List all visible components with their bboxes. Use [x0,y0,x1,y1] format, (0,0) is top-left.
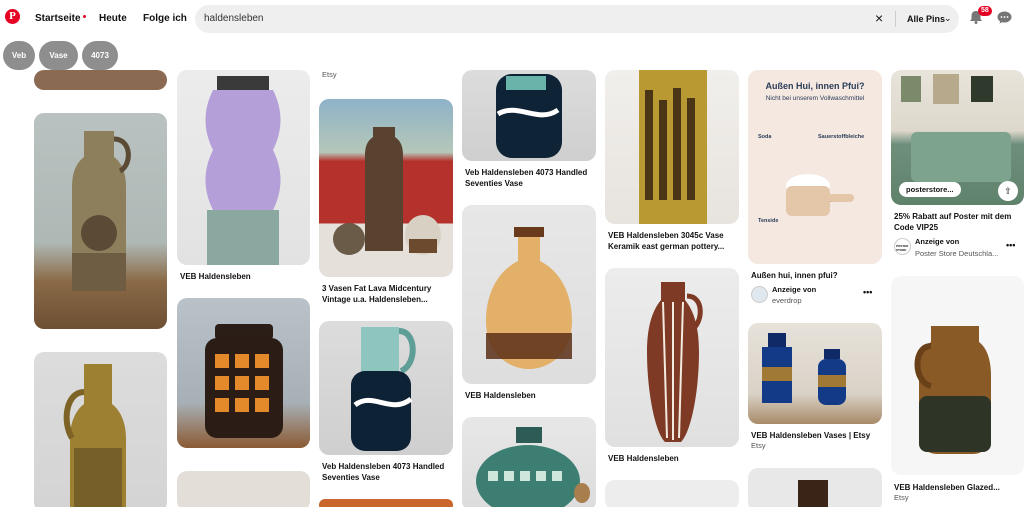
advertiser-avatar[interactable] [751,286,768,303]
vase-illustration [798,480,828,507]
nav-home-link[interactable]: Startseite [35,13,86,24]
ad-label: Anzeige von [915,237,960,246]
pin-image-yellow-bottle-vase[interactable] [462,205,596,384]
pin-image-bottom-col5[interactable] [605,480,739,507]
pin-image-glazed-jug[interactable] [891,276,1024,475]
pin-title[interactable]: Außen hui, innen pfui? [751,270,881,281]
vase-illustration [639,70,707,224]
pin-image-bottom-col3[interactable] [319,499,453,507]
pin-title[interactable]: VEB Haldensleben Glazed... [894,482,1024,493]
vase-illustration [63,364,126,507]
pin-title[interactable]: Veb Haldensleben 4073 Handled Seventies … [322,461,452,483]
pin-image-blue-handled-vase-col3[interactable] [319,321,453,455]
vase-illustration [762,333,846,405]
pin-image-striped-brown-vase[interactable] [605,268,739,447]
pin-image-frames[interactable] [177,471,310,507]
pin-title[interactable]: VEB Haldensleben 3045c Vase Keramik east… [608,230,738,252]
pin-title[interactable]: VEB Haldensleben [465,390,595,401]
advertiser-name[interactable]: Poster Store Deutschla... [915,249,998,258]
chevron-down-icon[interactable]: ⌄ [944,13,952,24]
pin-image-green-pattern-vase[interactable] [462,417,596,507]
chip-veb[interactable]: Veb [3,41,35,70]
pin-title[interactable]: 3 Vasen Fat Lava Midcentury Vintage u.a.… [322,283,452,305]
messages-chat-icon[interactable] [997,11,1012,24]
pin-title[interactable]: VEB Haldensleben [180,271,310,282]
more-options-icon[interactable]: ••• [1006,240,1015,250]
search-refinement-chips: Veb Vase 4073 [3,41,118,71]
ad-label: Anzeige von [772,285,817,294]
pin-image-yellow-fatlava-vase[interactable] [605,70,739,224]
pin-source: Etsy [751,441,766,450]
pin-source: Etsy [894,493,909,502]
top-navigation-bar: P Startseite Heute Folge ich haldenslebe… [0,0,1024,38]
vase-illustration [205,324,283,438]
filter-dropdown[interactable]: Alle Pins [907,14,945,24]
pin-image-vase-relief[interactable] [34,113,167,329]
vase-illustration [205,76,281,265]
search-input[interactable]: haldensleben [204,13,264,24]
pin-image-poster-bedroom[interactable]: posterstore... ⇧ [891,70,1024,205]
pin-feed: VEB Haldensleben Etsy 3 Vasen Fat Lava M… [0,0,1024,507]
vase-illustration [914,326,991,454]
more-options-icon[interactable]: ••• [863,287,872,297]
poster-store-logo-text: POSTER STORE [896,244,909,252]
pin-image-orange-pattern-vase[interactable] [177,298,310,448]
pin-title[interactable]: VEB Haldensleben [608,453,738,464]
pin-title[interactable]: Veb Haldensleben 4073 Handled Seventies … [465,167,595,189]
search-divider [895,11,896,27]
poster-link-button[interactable]: posterstore... [899,182,961,197]
pin-image-bottom-col6[interactable] [748,468,882,507]
pin-image-top-col1[interactable] [34,70,167,90]
vase-illustration [496,74,562,158]
pin-image-blue-vase-top[interactable] [462,70,596,161]
vase-illustration [486,227,572,369]
vase-illustration [476,427,590,507]
pin-image-three-vases[interactable] [319,99,453,277]
advertiser-name[interactable]: everdrop [772,296,802,305]
pin-image-ad-infographic[interactable]: Außen Hui, innen Pfui? Nicht bei unserem… [748,70,882,264]
nav-today-link[interactable]: Heute [99,13,127,24]
advertiser-avatar[interactable]: POSTER STORE [894,238,911,255]
pin-image-two-blue-vases[interactable] [748,323,882,424]
pin-image-vase-tall-brown[interactable] [34,352,167,507]
chip-vase[interactable]: Vase [39,41,78,70]
share-icon[interactable]: ⇧ [998,181,1018,201]
detergent-scoop-illustration [786,174,854,216]
pin-title[interactable]: VEB Haldensleben Vases | Etsy [751,430,881,441]
nav-following-link[interactable]: Folge ich [143,13,187,24]
vase-illustration [351,327,416,451]
pinterest-logo-icon[interactable]: P [5,9,20,24]
new-content-dot [82,15,86,18]
clear-search-icon[interactable]: × [875,11,883,25]
notification-count-badge: 58 [978,6,992,16]
nav-home-label: Startseite [35,13,81,24]
pin-source: Etsy [322,70,337,79]
search-bar[interactable]: haldensleben × Alle Pins ⌄ [195,5,959,33]
pin-title[interactable]: 25% Rabatt auf Poster mit dem Code VIP25 [894,211,1024,233]
chip-4073[interactable]: 4073 [82,41,118,70]
vase-illustration [333,127,441,255]
vase-illustration [647,282,703,442]
vase-illustration [72,131,131,291]
pin-image-purple-vase[interactable] [177,70,310,265]
